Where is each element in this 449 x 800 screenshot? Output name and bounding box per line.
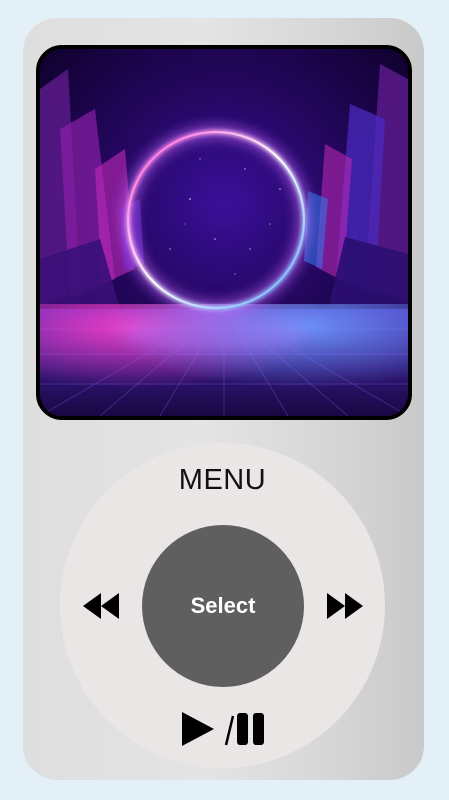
click-wheel[interactable]: MENU Select	[60, 443, 385, 768]
music-player-device: MENU Select	[23, 18, 424, 780]
rewind-button[interactable]	[81, 591, 121, 621]
menu-button[interactable]: MENU	[60, 464, 385, 497]
fast-forward-icon	[327, 593, 363, 619]
fast-forward-button[interactable]	[325, 591, 365, 621]
play-pause-button[interactable]	[178, 710, 270, 748]
rewind-icon	[83, 593, 119, 619]
neon-portal-image	[40, 49, 408, 416]
select-button[interactable]: Select	[142, 525, 304, 687]
play-pause-icon	[182, 712, 264, 746]
screen-artwork	[36, 45, 412, 420]
